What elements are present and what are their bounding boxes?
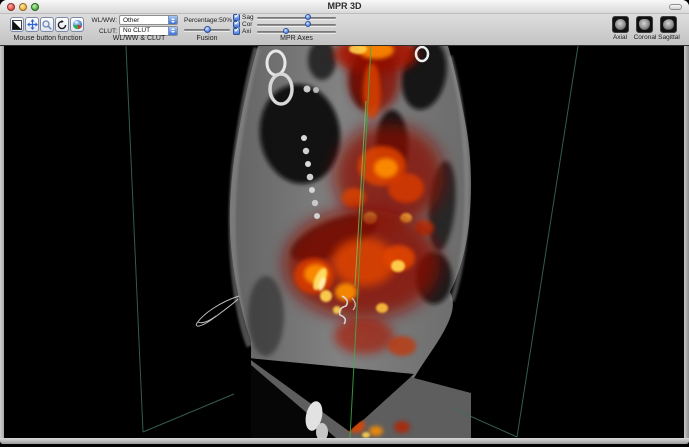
clut-label: CLUT:	[90, 28, 117, 35]
rotate-3d-button[interactable]	[70, 17, 84, 32]
mouse-group-label: Mouse button function	[6, 35, 90, 42]
sagittal-brain-icon	[662, 18, 675, 31]
contrast-wlww-button[interactable]	[10, 17, 24, 32]
pan-move-button[interactable]	[25, 17, 39, 32]
axial-button-label: Axial	[606, 34, 634, 41]
coronal-view-button[interactable]	[636, 16, 653, 33]
fusion-slider[interactable]	[184, 29, 230, 31]
stepper-arrows-icon	[168, 16, 177, 24]
axi-axis-label: Axi	[242, 28, 251, 35]
wlww-select[interactable]: Other	[119, 15, 178, 25]
screen: MPR 3D	[0, 0, 689, 447]
sagittal-button-label: Sagittal	[655, 34, 683, 41]
fusion-group-label: Fusion	[182, 35, 232, 42]
cor-axis-label: Cor	[242, 21, 252, 28]
titlebar: MPR 3D	[0, 0, 689, 14]
wlww-select-value: Other	[120, 17, 168, 24]
axi-checkbox[interactable]: ✓	[233, 28, 240, 35]
axi-slider[interactable]	[257, 31, 336, 33]
fusion-percentage-label: Percentage:	[184, 17, 219, 24]
window-border-right	[684, 46, 689, 438]
cor-slider-thumb[interactable]	[305, 21, 311, 27]
magnifier-zoom-button[interactable]	[40, 17, 54, 32]
rotate-icon	[57, 20, 67, 30]
window-border-left	[0, 46, 4, 438]
check-icon: ✓	[234, 20, 240, 27]
sag-slider[interactable]	[257, 17, 336, 19]
coronal-brain-icon	[639, 19, 650, 30]
window-border-bottom[interactable]	[0, 438, 689, 444]
mpr-3d-viewport[interactable]	[4, 46, 684, 438]
toolbar: Mouse button function WL/WW: Other CLUT:…	[0, 14, 689, 46]
rotate-3d-sphere-icon	[72, 19, 83, 30]
clut-select[interactable]: No CLUT	[119, 26, 178, 36]
magnifier-zoom-icon	[42, 20, 52, 30]
sag-slider-thumb[interactable]	[305, 14, 311, 20]
pan-move-icon	[27, 19, 38, 30]
window-header: MPR 3D	[0, 0, 689, 46]
stepper-arrows-icon	[168, 27, 177, 35]
cor-slider[interactable]	[257, 24, 336, 26]
mpr-3d-window: MPR 3D	[0, 0, 689, 444]
fusion-percentage-value: 50%	[219, 17, 232, 24]
fusion-slider-thumb[interactable]	[204, 26, 211, 33]
rotate-button[interactable]	[55, 17, 69, 32]
check-icon: ✓	[234, 13, 240, 20]
wlww-label: WL/WW:	[90, 17, 117, 24]
axial-view-button[interactable]	[612, 16, 629, 33]
sagittal-view-button[interactable]	[660, 16, 677, 33]
mpr-axes-group-label: MPR Axes	[257, 35, 336, 42]
fused-pet-ct-rendering	[4, 46, 684, 438]
axial-brain-icon	[615, 19, 626, 30]
clut-select-value: No CLUT	[120, 27, 168, 34]
contrast-wlww-icon	[12, 20, 22, 30]
toolbar-toggle-pill[interactable]	[669, 4, 682, 10]
axi-slider-thumb[interactable]	[283, 28, 289, 34]
check-icon: ✓	[234, 27, 240, 34]
window-title: MPR 3D	[0, 1, 689, 11]
sag-axis-label: Sag	[242, 14, 254, 21]
wlww-clut-group-label: WL/WW & CLUT	[97, 35, 181, 42]
